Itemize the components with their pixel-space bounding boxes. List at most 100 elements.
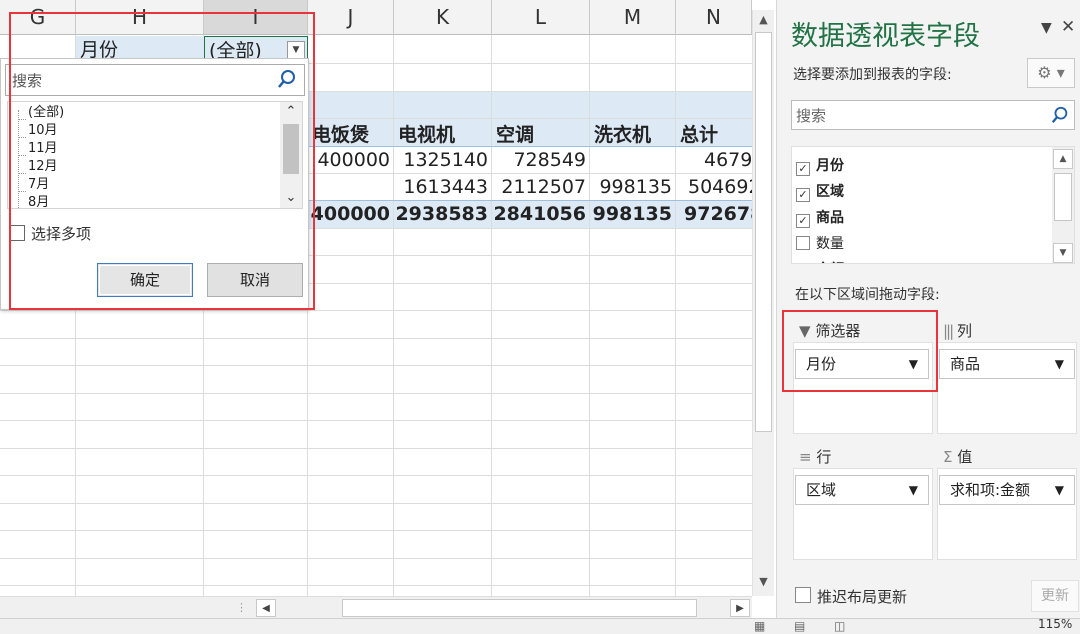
checkbox-unchecked[interactable]	[796, 236, 810, 250]
scroll-up-icon[interactable]: ▲	[1053, 149, 1073, 169]
scroll-down-icon[interactable]: ▼	[1053, 243, 1073, 263]
pivot-col-header[interactable]: 空调	[496, 120, 534, 147]
filter-item[interactable]: 10月	[28, 122, 58, 140]
update-button[interactable]: 更新	[1031, 580, 1079, 612]
pivot-total-cell[interactable]: 400000	[308, 203, 394, 225]
checkbox-checked[interactable]: ✓	[796, 162, 810, 176]
column-header-g[interactable]: G	[0, 0, 76, 35]
select-multiple-label[interactable]: 选择多项	[31, 223, 91, 244]
close-icon[interactable]: ✕	[1061, 17, 1075, 37]
filter-search-input[interactable]: 搜索	[5, 64, 305, 96]
pivot-col-header[interactable]: 电饭煲	[312, 120, 369, 147]
area-item-label: 月份	[806, 355, 837, 373]
caret-down-icon[interactable]: ▼	[1055, 350, 1064, 378]
filters-area-label: 筛选器	[815, 322, 861, 340]
scroll-thumb[interactable]	[1054, 173, 1072, 221]
pane-options-icon[interactable]: ▼	[1041, 20, 1052, 36]
field-item-quantity[interactable]: 数量	[796, 233, 844, 253]
pivot-cell[interactable]: 1325140	[394, 149, 492, 171]
field-search-placeholder: 搜索	[796, 107, 827, 125]
field-item-product[interactable]: ✓ 商品	[796, 207, 844, 228]
status-bar: ▦ ▤ ◫ 115%	[0, 617, 1080, 634]
page-break-icon[interactable]: ◫	[834, 619, 845, 633]
spreadsheet-grid[interactable]: G H I J K L M N 月份 (全部) ▼ 电饭煲 电视机 空调 洗衣机…	[0, 0, 752, 596]
scroll-down-icon[interactable]: ▼	[753, 572, 774, 592]
values-field-sum-amount[interactable]: 求和项:金额 ▼	[939, 475, 1075, 505]
select-multiple-checkbox[interactable]	[9, 225, 25, 241]
cancel-button[interactable]: 取消	[207, 263, 303, 297]
scroll-thumb[interactable]	[755, 32, 772, 432]
caret-down-icon[interactable]: ▼	[909, 476, 918, 504]
field-list[interactable]: ✓ 月份 ✓ 区域 ✓ 商品 数量 ✓金额 ▲ ▼	[791, 146, 1075, 264]
pivot-cell[interactable]: 467985	[680, 149, 752, 171]
defer-update-checkbox[interactable]	[795, 587, 811, 603]
pivot-total-cell[interactable]: 998135	[590, 203, 676, 225]
tree-line	[18, 191, 26, 192]
scroll-up-icon[interactable]: ▲	[753, 10, 774, 30]
checkbox-checked[interactable]: ✓	[796, 188, 810, 202]
normal-view-icon[interactable]: ▦	[754, 619, 765, 633]
column-header-l[interactable]: L	[492, 0, 590, 35]
pivot-cell[interactable]: 400000	[308, 149, 394, 171]
scroll-right-icon[interactable]: ▶	[730, 599, 750, 617]
filter-item[interactable]: 8月	[28, 194, 49, 208]
pivot-cell[interactable]: 504692	[680, 176, 752, 198]
caret-down-icon[interactable]: ▼	[1055, 476, 1064, 504]
filter-item[interactable]: 7月	[28, 176, 49, 194]
caret-down-icon[interactable]: ▼	[909, 350, 918, 378]
field-item-amount[interactable]: ✓金额	[796, 259, 844, 263]
column-header-j[interactable]: J	[308, 0, 394, 35]
sheet-horizontal-scrollbar[interactable]: ⋮ ◀ ▶	[0, 596, 752, 618]
field-item-month[interactable]: ✓ 月份	[796, 155, 844, 176]
rows-field-region[interactable]: 区域 ▼	[795, 475, 929, 505]
pivot-col-header[interactable]: 电视机	[398, 120, 455, 147]
scroll-left-icon[interactable]: ◀	[256, 599, 276, 617]
sigma-icon: Σ	[943, 448, 953, 466]
gear-icon[interactable]: ⚙ ▾	[1027, 58, 1075, 88]
pivot-col-header[interactable]: 洗衣机	[594, 120, 651, 147]
pivot-total-cell[interactable]: 2938583	[394, 203, 492, 225]
column-header-i[interactable]: I	[204, 0, 308, 35]
columns-field-product[interactable]: 商品 ▼	[939, 349, 1075, 379]
search-icon[interactable]	[276, 68, 298, 90]
column-header-k[interactable]: K	[394, 0, 492, 35]
filter-list-scrollbar[interactable]: ⌃ ⌄	[280, 102, 302, 208]
pivot-cell[interactable]: 2112507	[492, 176, 590, 198]
grid-line	[0, 393, 752, 394]
tree-line	[18, 137, 26, 138]
column-header-n[interactable]: N	[676, 0, 752, 35]
column-header-h[interactable]: H	[76, 0, 204, 35]
filter-dropdown-button[interactable]: ▼	[287, 41, 305, 59]
pivot-col-header[interactable]: 总计	[680, 120, 718, 147]
columns-area-label: 列	[956, 322, 972, 340]
scroll-thumb[interactable]	[342, 599, 697, 617]
filters-field-month[interactable]: 月份 ▼	[795, 349, 929, 379]
field-item-region[interactable]: ✓ 区域	[796, 181, 844, 202]
filter-item[interactable]: 12月	[28, 158, 58, 176]
page-layout-icon[interactable]: ▤	[794, 619, 805, 633]
filter-item[interactable]: 11月	[28, 140, 58, 158]
scroll-thumb[interactable]	[283, 124, 299, 174]
defer-update-label[interactable]: 推迟布局更新	[817, 586, 907, 607]
pivot-total-cell[interactable]: 972678	[680, 203, 752, 225]
pivot-total-cell[interactable]: 2841056	[492, 203, 590, 225]
tree-line	[18, 119, 26, 120]
pivot-cell[interactable]: 728549	[492, 149, 590, 171]
pivot-cell[interactable]: 1613443	[394, 176, 492, 198]
pivot-cell[interactable]: 998135	[590, 176, 676, 198]
grid-line	[0, 420, 752, 421]
filter-item-list[interactable]: (全部) 10月 11月 12月 7月 8月 ⌃ ⌄	[7, 101, 303, 209]
column-header-m[interactable]: M	[590, 0, 676, 35]
field-list-scrollbar[interactable]: ▲ ▼	[1052, 147, 1074, 263]
field-search-input[interactable]: 搜索	[791, 100, 1075, 130]
ok-button[interactable]: 确定	[97, 263, 193, 297]
sheet-vertical-scrollbar[interactable]: ▲ ▼	[752, 10, 774, 596]
checkbox-checked[interactable]: ✓	[796, 214, 810, 228]
chevron-up-icon[interactable]: ⌃	[280, 102, 302, 122]
split-handle-icon[interactable]: ⋮	[236, 601, 247, 614]
search-icon[interactable]	[1050, 105, 1070, 125]
chevron-down-icon[interactable]: ⌄	[280, 188, 302, 208]
grid-line	[0, 530, 752, 531]
filter-item[interactable]: (全部)	[28, 104, 64, 122]
zoom-level[interactable]: 115%	[1038, 617, 1072, 631]
